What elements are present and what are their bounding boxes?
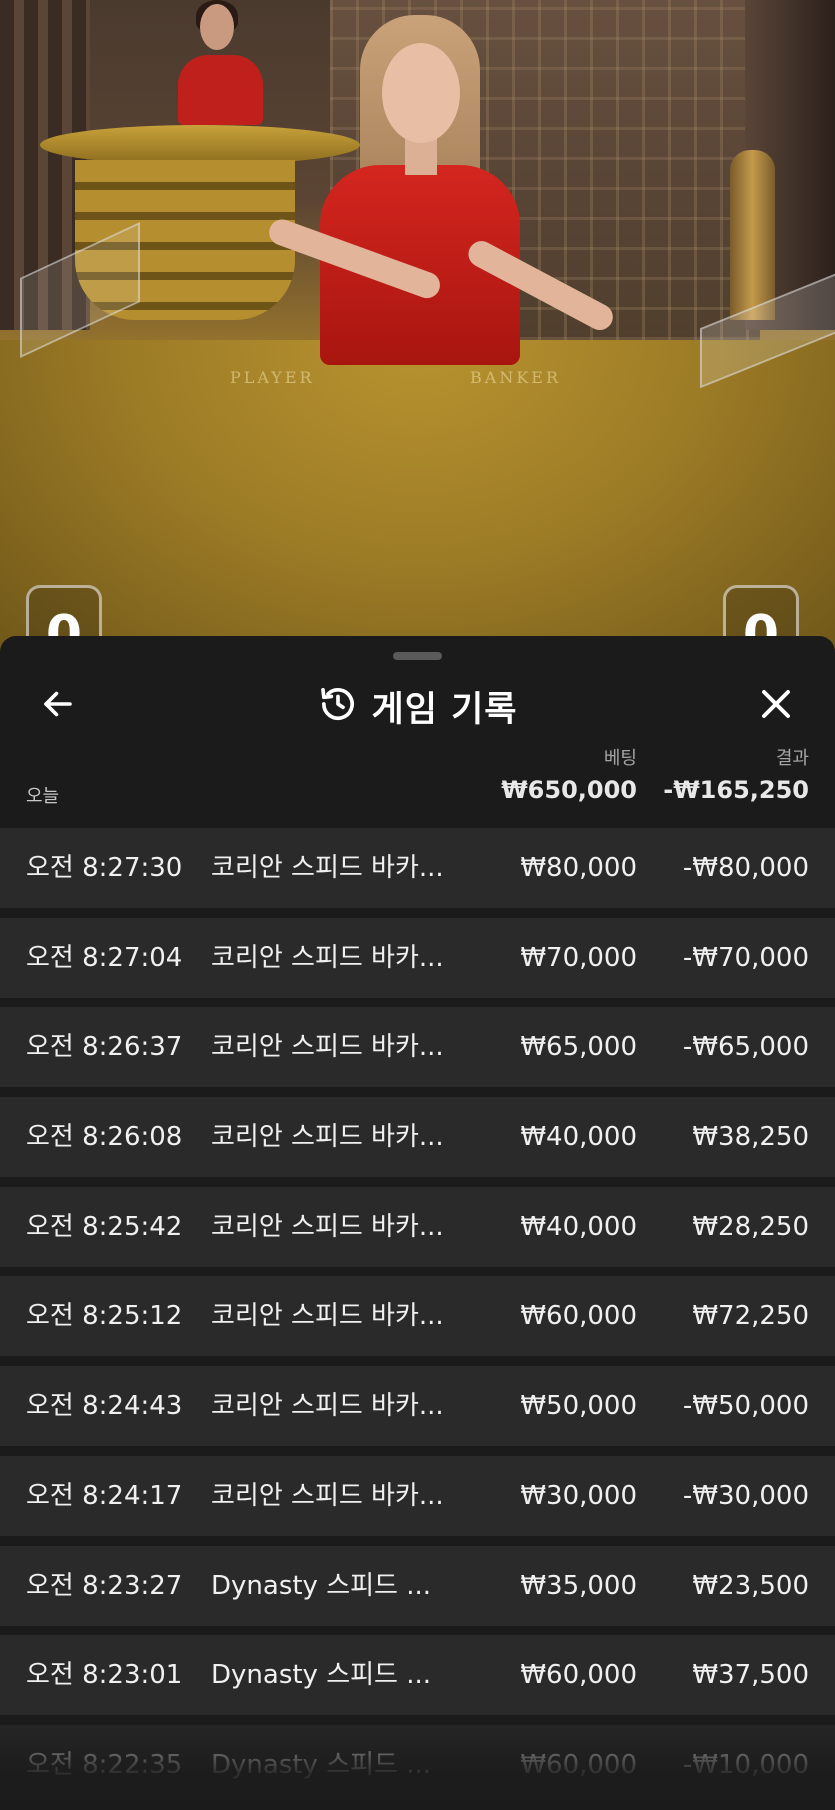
row-bet-amount: ₩70,000: [520, 942, 637, 973]
row-bet-amount: ₩40,000: [520, 1122, 637, 1153]
row-bet-amount: ₩35,000: [520, 1570, 637, 1601]
row-game-name: Dynasty 스피드 ...: [211, 1570, 432, 1601]
row-result-amount: -₩10,000: [682, 1749, 809, 1780]
history-row[interactable]: 오전 8:24:43 코리안 스피드 바카... ₩50,000 -₩50,000: [0, 1366, 835, 1447]
row-game-name: 코리안 스피드 바카...: [211, 853, 444, 883]
row-result-amount: ₩23,500: [692, 1570, 809, 1601]
row-game-name: 코리안 스피드 바카...: [211, 1301, 444, 1332]
gold-drape: [730, 150, 775, 320]
row-game-name: 코리안 스피드 바카...: [211, 1480, 444, 1511]
row-bet-amount: ₩80,000: [520, 853, 637, 883]
row-bet-amount: ₩30,000: [520, 1480, 637, 1511]
row-bet-amount: ₩40,000: [520, 1211, 637, 1242]
row-game-name: Dynasty 스피드 ...: [211, 1749, 432, 1780]
close-button[interactable]: [752, 682, 800, 730]
history-row[interactable]: 오전 8:22:35 Dynasty 스피드 ... ₩60,000 -₩10,000: [0, 1724, 835, 1805]
row-result-amount: -₩65,000: [682, 1032, 809, 1063]
history-row[interactable]: 오전 8:26:37 코리안 스피드 바카... ₩65,000 -₩65,000: [0, 1007, 835, 1088]
total-result: -₩165,250: [663, 776, 809, 804]
row-bet-amount: ₩65,000: [520, 1032, 637, 1063]
row-result-amount: -₩70,000: [682, 942, 809, 973]
row-result-amount: ₩37,500: [692, 1660, 809, 1691]
history-row[interactable]: 오전 8:27:30 코리안 스피드 바카... ₩80,000 -₩80,000: [0, 828, 835, 908]
row-result-amount: ₩28,250: [692, 1211, 809, 1242]
sheet-drag-handle[interactable]: [393, 652, 442, 660]
row-time: 오전 8:26:08: [26, 1122, 183, 1153]
row-game-name: 코리안 스피드 바카...: [211, 1211, 444, 1242]
row-bet-amount: ₩60,000: [520, 1749, 637, 1780]
back-button[interactable]: [34, 682, 82, 730]
game-history-sheet: 게임 기록 베팅 결과 오늘 ₩650,000 -₩165,250 오전 8:2…: [0, 636, 835, 1810]
felt-player-label: PLAYER: [230, 368, 315, 387]
row-bet-amount: ₩60,000: [520, 1660, 637, 1691]
felt-banker-label: BANKER: [470, 368, 561, 387]
row-bet-amount: ₩50,000: [520, 1391, 637, 1422]
live-video-feed: PLAYER BANKER 0 0: [0, 0, 835, 660]
sheet-header: 게임 기록: [0, 676, 835, 736]
history-row[interactable]: 오전 8:24:17 코리안 스피드 바카... ₩30,000 -₩30,000: [0, 1455, 835, 1536]
sheet-title-group: 게임 기록: [0, 676, 835, 736]
row-result-amount: -₩30,000: [682, 1480, 809, 1511]
row-result-amount: ₩72,250: [692, 1301, 809, 1332]
history-row[interactable]: 오전 8:27:04 코리안 스피드 바카... ₩70,000 -₩70,000: [0, 917, 835, 998]
history-row[interactable]: 오전 8:26:08 코리안 스피드 바카... ₩40,000 ₩38,250: [0, 1097, 835, 1178]
background-dealer: [178, 0, 263, 125]
row-time: 오전 8:27:04: [26, 942, 183, 973]
row-time: 오전 8:24:43: [26, 1391, 183, 1422]
row-result-amount: -₩80,000: [682, 853, 809, 883]
row-game-name: 코리안 스피드 바카...: [211, 1032, 444, 1063]
dealer: [265, 15, 618, 395]
history-row[interactable]: 오전 8:25:12 코리안 스피드 바카... ₩60,000 ₩72,250: [0, 1276, 835, 1357]
row-result-amount: -₩50,000: [682, 1391, 809, 1422]
history-row[interactable]: 오전 8:23:01 Dynasty 스피드 ... ₩60,000 ₩37,500: [0, 1635, 835, 1716]
row-time: 오전 8:27:30: [26, 853, 183, 883]
row-game-name: 코리안 스피드 바카...: [211, 942, 444, 973]
bet-column-header: 베팅: [603, 748, 637, 769]
row-game-name: Dynasty 스피드 ...: [211, 1660, 432, 1691]
row-time: 오전 8:23:27: [26, 1570, 183, 1601]
close-x-icon: [758, 686, 794, 726]
history-row[interactable]: 오전 8:23:27 Dynasty 스피드 ... ₩35,000 ₩23,500: [0, 1545, 835, 1626]
history-row[interactable]: 오전 8:25:42 코리안 스피드 바카... ₩40,000 ₩28,250: [0, 1186, 835, 1267]
period-label: 오늘: [26, 786, 60, 807]
history-list: 오전 8:27:30 코리안 스피드 바카... ₩80,000 -₩80,000 오전…: [0, 828, 835, 1810]
total-bet: ₩650,000: [501, 776, 637, 804]
arrow-left-icon: [40, 686, 76, 726]
row-game-name: 코리안 스피드 바카...: [211, 1391, 444, 1422]
result-column-header: 결과: [775, 748, 809, 769]
row-result-amount: ₩38,250: [692, 1122, 809, 1153]
row-bet-amount: ₩60,000: [520, 1301, 637, 1332]
row-time: 오전 8:22:35: [26, 1749, 183, 1780]
row-time: 오전 8:23:01: [26, 1660, 183, 1691]
history-clock-icon: [318, 684, 358, 728]
row-time: 오전 8:25:42: [26, 1211, 183, 1242]
row-game-name: 코리안 스피드 바카...: [211, 1122, 444, 1153]
summary-bar: 베팅 결과 오늘 ₩650,000 -₩165,250: [0, 744, 835, 820]
row-time: 오전 8:25:12: [26, 1301, 183, 1332]
page-title: 게임 기록: [371, 689, 518, 730]
row-time: 오전 8:26:37: [26, 1032, 183, 1063]
row-time: 오전 8:24:17: [26, 1480, 183, 1511]
